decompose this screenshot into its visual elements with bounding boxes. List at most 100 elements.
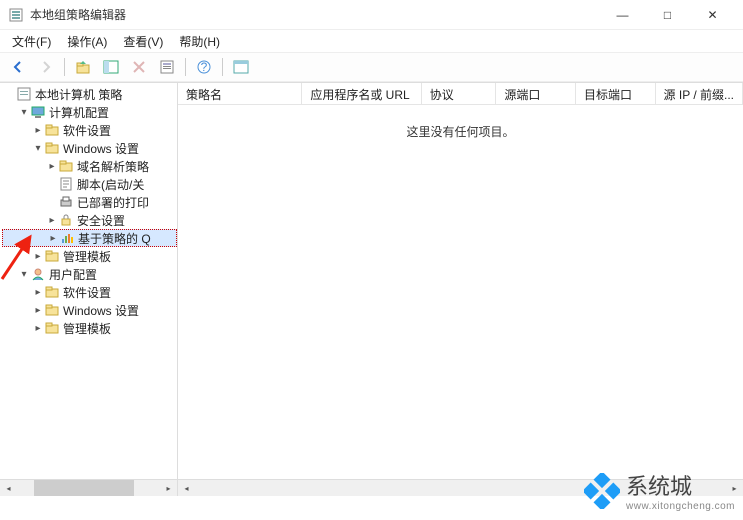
scroll-left-icon[interactable]: ◂ [178,480,195,496]
column-dest-port[interactable]: 目标端口 [576,83,656,104]
folder-icon [44,284,60,300]
forward-button[interactable] [34,55,58,79]
script-icon [58,176,74,192]
tree-label: 管理模板 [63,248,111,265]
folder-icon [44,140,60,156]
tree-label: 管理模板 [63,320,111,337]
watermark-url: www.xitongcheng.com [626,501,735,512]
menubar: 文件(F) 操作(A) 查看(V) 帮助(H) [0,30,743,52]
toolbar: ? [0,52,743,82]
close-icon: ✕ [707,8,717,22]
printer-icon [58,194,74,210]
app-icon [8,7,24,23]
column-policy-name[interactable]: 策略名 [178,83,302,104]
toolbar-separator [185,58,186,76]
tree-label: 脚本(启动/关 [77,176,144,193]
menu-file[interactable]: 文件(F) [6,31,57,52]
tree-user-admin-templates[interactable]: ▸ 管理模板 [2,319,177,337]
tree-pane: 本地计算机 策略 ▾ 计算机配置 ▸ 软件设置 ▾ Windows 设置 ▸ 域 [0,83,178,496]
chevron-right-icon[interactable]: ▸ [32,305,44,316]
tree-label: 安全设置 [77,212,125,229]
tree-security-settings[interactable]: ▸ 安全设置 [2,211,177,229]
computer-icon [30,104,46,120]
help-button[interactable]: ? [192,55,216,79]
delete-button[interactable] [127,55,151,79]
list-header: 策略名 应用程序名或 URL 协议 源端口 目标端口 源 IP / 前缀... [178,83,743,105]
menu-help[interactable]: 帮助(H) [173,31,226,52]
chevron-right-icon[interactable]: ▸ [46,161,58,172]
scrollbar-thumb[interactable] [34,480,134,496]
column-source-ip[interactable]: 源 IP / 前缀... [656,83,743,104]
empty-list-message: 这里没有任何项目。 [178,123,743,140]
svg-text:?: ? [201,60,208,74]
tree-root[interactable]: 本地计算机 策略 [2,85,177,103]
properties-button[interactable] [155,55,179,79]
folder-icon [44,320,60,336]
chevron-down-icon[interactable]: ▾ [18,107,30,118]
chevron-down-icon[interactable]: ▾ [18,269,30,280]
tree-label: 域名解析策略 [77,158,149,175]
scroll-right-icon[interactable]: ▸ [160,480,177,496]
chevron-down-icon[interactable]: ▾ [32,143,44,154]
maximize-icon: □ [664,8,671,22]
maximize-button[interactable]: □ [645,0,690,30]
tree: 本地计算机 策略 ▾ 计算机配置 ▸ 软件设置 ▾ Windows 设置 ▸ 域 [0,83,177,339]
qos-icon [59,230,75,246]
column-app-or-url[interactable]: 应用程序名或 URL [302,83,421,104]
tree-software-settings[interactable]: ▸ 软件设置 [2,121,177,139]
up-button[interactable] [71,55,95,79]
tree-admin-templates[interactable]: ▸ 管理模板 [2,247,177,265]
minimize-button[interactable]: — [600,0,645,30]
tree-computer-config[interactable]: ▾ 计算机配置 [2,103,177,121]
tree-label: 软件设置 [63,284,111,301]
menu-action[interactable]: 操作(A) [61,31,113,52]
back-button[interactable] [6,55,30,79]
tree-scripts[interactable]: 脚本(启动/关 [2,175,177,193]
tree-horizontal-scrollbar[interactable]: ◂ ▸ [0,479,177,496]
column-protocol[interactable]: 协议 [422,83,497,104]
chevron-right-icon[interactable]: ▸ [32,287,44,298]
chevron-right-icon[interactable]: ▸ [32,125,44,136]
tree-label: 本地计算机 策略 [35,86,122,103]
policy-root-icon [16,86,32,102]
tree-user-software-settings[interactable]: ▸ 软件设置 [2,283,177,301]
filter-button[interactable] [229,55,253,79]
tree-dns-policy[interactable]: ▸ 域名解析策略 [2,157,177,175]
list-horizontal-scrollbar[interactable]: ◂ ▸ [178,479,743,496]
tree-user-config[interactable]: ▾ 用户配置 [2,265,177,283]
minimize-icon: — [617,8,629,22]
toolbar-separator [64,58,65,76]
tree-label: 用户配置 [49,266,97,283]
user-icon [30,266,46,282]
folder-icon [58,158,74,174]
tree-windows-settings[interactable]: ▾ Windows 设置 [2,139,177,157]
titlebar: 本地组策略编辑器 — □ ✕ [0,0,743,30]
tree-label: Windows 设置 [63,140,139,157]
tree-label: Windows 设置 [63,302,139,319]
lock-icon [58,212,74,228]
chevron-right-icon[interactable]: ▸ [32,323,44,334]
column-source-port[interactable]: 源端口 [496,83,576,104]
tree-user-windows-settings[interactable]: ▸ Windows 设置 [2,301,177,319]
folder-icon [44,122,60,138]
tree-label: 软件设置 [63,122,111,139]
chevron-right-icon[interactable]: ▸ [32,251,44,262]
close-button[interactable]: ✕ [690,0,735,30]
toolbar-separator [222,58,223,76]
list-body: 这里没有任何项目。 [178,105,743,496]
workspace: 本地计算机 策略 ▾ 计算机配置 ▸ 软件设置 ▾ Windows 设置 ▸ 域 [0,82,743,496]
tree-label: 计算机配置 [49,104,109,121]
tree-policy-based-qos[interactable]: ▸ 基于策略的 Q [2,229,177,247]
menu-view[interactable]: 查看(V) [117,31,169,52]
tree-label: 已部署的打印 [77,194,149,211]
show-hide-tree-button[interactable] [99,55,123,79]
chevron-right-icon[interactable]: ▸ [47,233,59,244]
window-title: 本地组策略编辑器 [30,6,600,23]
tree-deployed-printers[interactable]: 已部署的打印 [2,193,177,211]
scroll-left-icon[interactable]: ◂ [0,480,17,496]
list-pane: 策略名 应用程序名或 URL 协议 源端口 目标端口 源 IP / 前缀... … [178,83,743,496]
chevron-right-icon[interactable]: ▸ [46,215,58,226]
folder-icon [44,248,60,264]
scrollbar-track[interactable] [195,480,726,496]
scroll-right-icon[interactable]: ▸ [726,480,743,496]
